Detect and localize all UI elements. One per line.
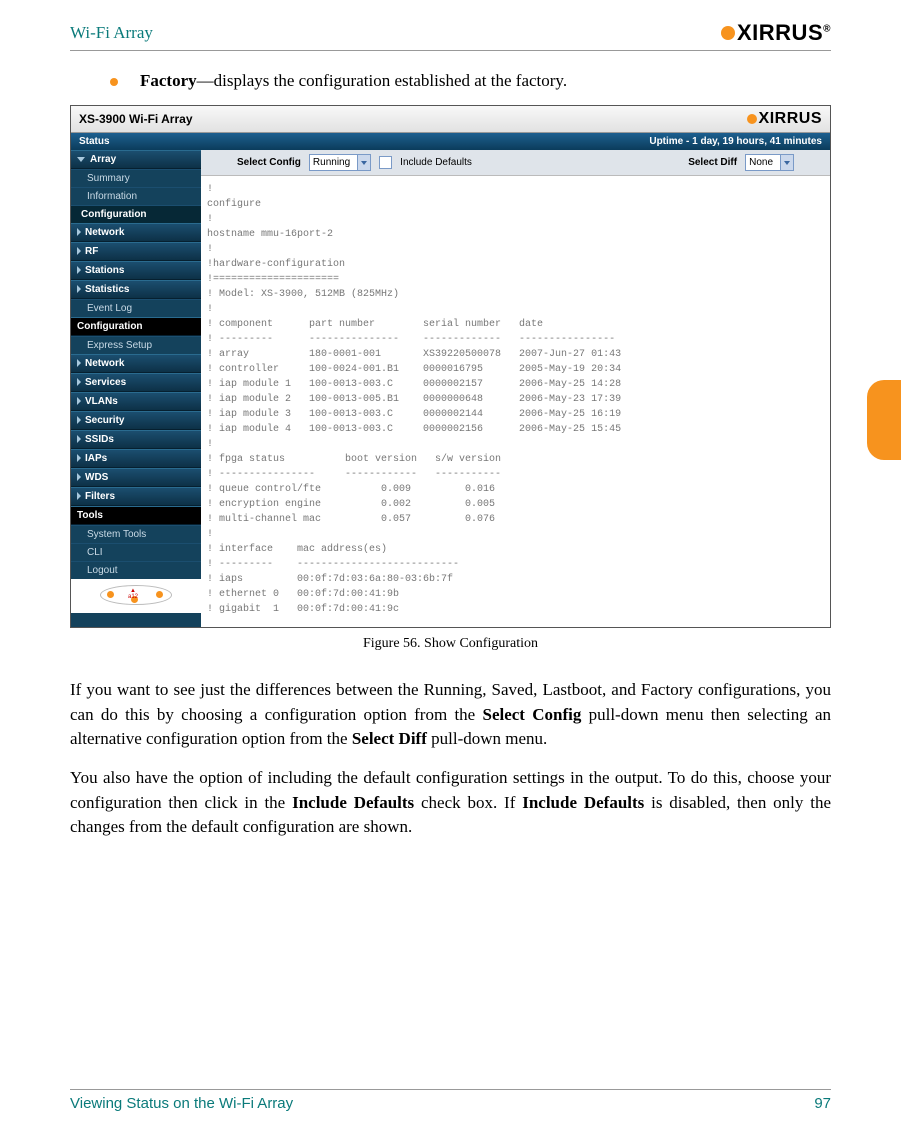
config-output: ! configure ! hostname mmu-16port-2 ! !h… <box>201 176 830 627</box>
sidebar-logout[interactable]: Logout <box>71 561 201 579</box>
sidebar-event-log[interactable]: Event Log <box>71 299 201 317</box>
footer-left: Viewing Status on the Wi-Fi Array <box>70 1095 293 1112</box>
sidebar-vlans[interactable]: VLANs <box>71 392 201 411</box>
sidebar-network[interactable]: Network <box>71 223 201 242</box>
sidebar-wds[interactable]: WDS <box>71 468 201 487</box>
sidebar-nav: Array Summary Information Configuration … <box>71 150 201 627</box>
bullet-content: Factory—displays the configuration estab… <box>140 71 567 91</box>
side-tab-decoration <box>867 380 901 460</box>
body-paragraph-2: You also have the option of including th… <box>70 766 831 840</box>
select-config-label: Select Config <box>237 157 301 168</box>
chevron-down-icon <box>784 161 790 165</box>
sidebar-statistics[interactable]: Statistics <box>71 280 201 299</box>
sidebar-config-section: Configuration <box>71 317 201 336</box>
sidebar-ssids[interactable]: SSIDs <box>71 430 201 449</box>
select-diff-label: Select Diff <box>688 157 737 168</box>
sidebar-services[interactable]: Services <box>71 373 201 392</box>
window-title: XS-3900 Wi-Fi Array <box>79 112 193 126</box>
sidebar-configuration[interactable]: Configuration <box>71 205 201 223</box>
select-config-dropdown[interactable]: Running <box>309 154 371 171</box>
bullet-dot-icon <box>110 78 118 86</box>
include-defaults-checkbox[interactable] <box>379 156 392 169</box>
sidebar-network2[interactable]: Network <box>71 354 201 373</box>
chevron-down-icon <box>361 161 367 165</box>
sidebar-iaps[interactable]: IAPs <box>71 449 201 468</box>
page-footer: Viewing Status on the Wi-Fi Array 97 <box>70 1089 831 1112</box>
bullet-rest: —displays the configuration established … <box>197 71 567 90</box>
sidebar-system-tools[interactable]: System Tools <box>71 525 201 543</box>
sidebar-filters[interactable]: Filters <box>71 487 201 506</box>
bullet-bold: Factory <box>140 71 197 90</box>
logo-dot-icon <box>747 114 757 124</box>
screenshot-titlebar: XS-3900 Wi-Fi Array XIRRUS <box>71 106 830 133</box>
logo-dot-icon <box>721 26 735 40</box>
page-number: 97 <box>814 1095 831 1112</box>
sidebar-rf[interactable]: RF <box>71 242 201 261</box>
screenshot-figure: XS-3900 Wi-Fi Array XIRRUS Status Uptime… <box>70 105 831 628</box>
sidebar-summary[interactable]: Summary <box>71 169 201 187</box>
sidebar-express-setup[interactable]: Express Setup <box>71 336 201 354</box>
uptime-label: Uptime - 1 day, 19 hours, 41 minutes <box>649 136 822 147</box>
config-toolbar: Select Config Running Include Defaults S… <box>201 150 830 176</box>
status-label: Status <box>79 136 110 147</box>
sidebar-array-graphic: ▲a12 <box>71 579 201 613</box>
titlebar-logo: XIRRUS <box>747 110 822 128</box>
header-left-text: Wi-Fi Array <box>70 23 153 43</box>
xirrus-logo: XIRRUS® <box>721 20 831 46</box>
sidebar-tools-section: Tools <box>71 506 201 525</box>
sidebar-information[interactable]: Information <box>71 187 201 205</box>
include-defaults-label: Include Defaults <box>400 157 472 168</box>
sidebar-array[interactable]: Array <box>71 150 201 169</box>
sidebar-security[interactable]: Security <box>71 411 201 430</box>
status-row: Status Uptime - 1 day, 19 hours, 41 minu… <box>71 133 830 150</box>
figure-caption: Figure 56. Show Configuration <box>70 636 831 652</box>
body-paragraph-1: If you want to see just the differences … <box>70 678 831 752</box>
logo-text: XIRRUS® <box>737 20 831 46</box>
bullet-factory: Factory—displays the configuration estab… <box>110 71 831 91</box>
page-header: Wi-Fi Array XIRRUS® <box>70 20 831 51</box>
select-diff-dropdown[interactable]: None <box>745 154 794 171</box>
main-panel: Select Config Running Include Defaults S… <box>201 150 830 627</box>
sidebar-cli[interactable]: CLI <box>71 543 201 561</box>
logo-text-mini: XIRRUS <box>759 110 822 128</box>
sidebar-stations[interactable]: Stations <box>71 261 201 280</box>
